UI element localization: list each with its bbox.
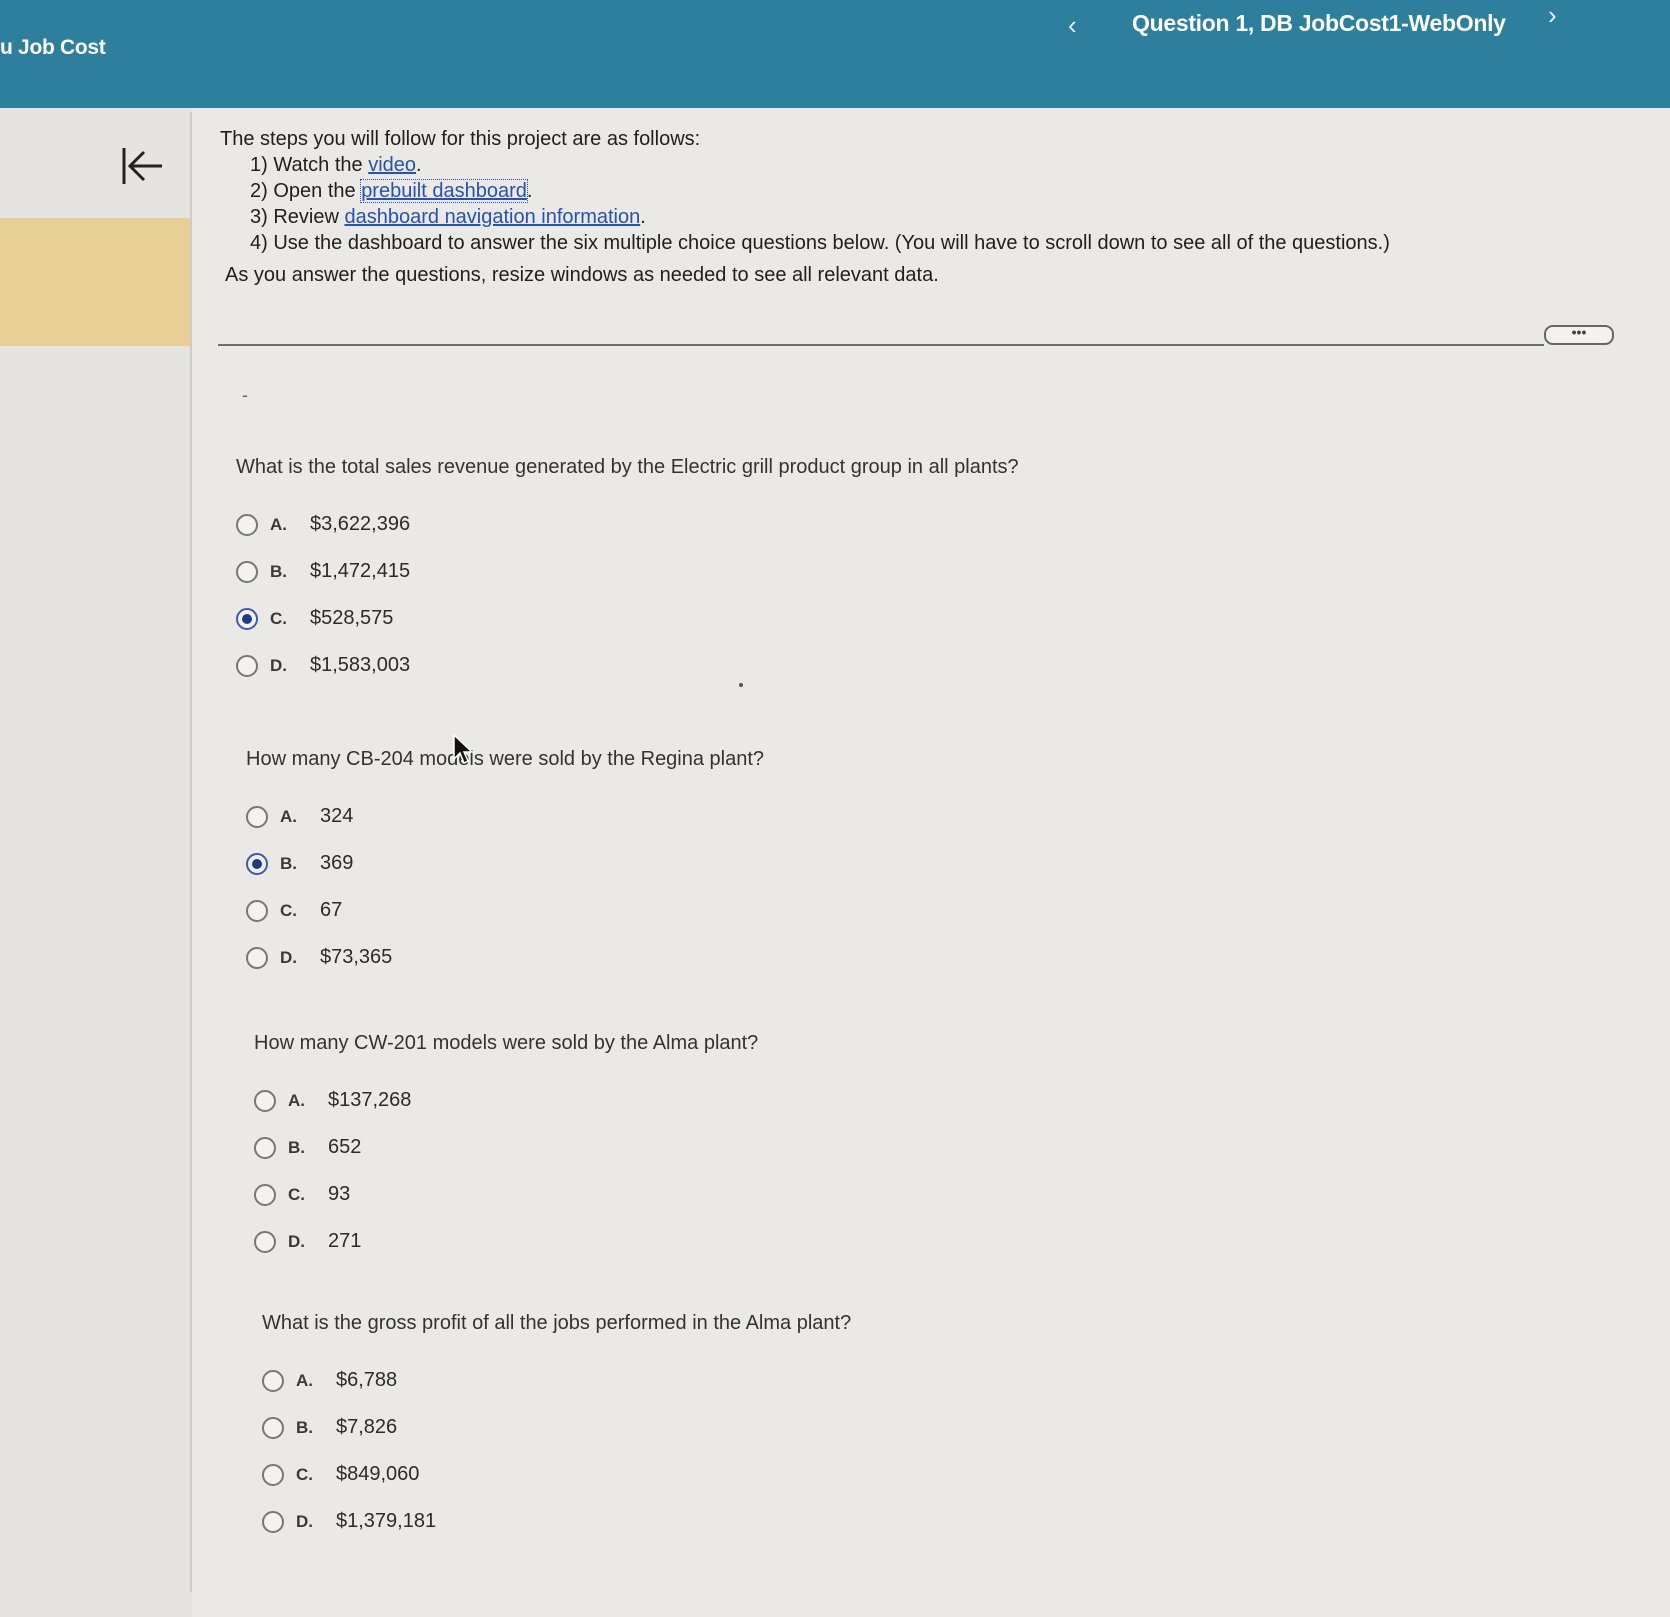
step-2: 2) Open the prebuilt dashboard. xyxy=(250,179,533,203)
option-a[interactable]: A. $137,268 xyxy=(254,1077,758,1124)
question-prompt: How many CB-204 models were sold by the … xyxy=(246,748,765,770)
option-value: $3,622,396 xyxy=(310,513,411,535)
option-value: $6,788 xyxy=(336,1369,398,1391)
question-1: What is the total sales revenue generate… xyxy=(236,456,1019,689)
next-question-button[interactable]: › xyxy=(1548,0,1557,31)
question-title: Question 1, DB JobCost1-WebOnly xyxy=(1132,10,1506,36)
option-value: 271 xyxy=(328,1230,362,1252)
option-d[interactable]: D. $1,379,181 xyxy=(262,1498,851,1545)
option-b[interactable]: B. 652 xyxy=(254,1124,758,1171)
question-3: How many CW-201 models were sold by the … xyxy=(254,1032,758,1265)
option-value: $1,583,003 xyxy=(310,654,411,676)
option-value: 652 xyxy=(328,1136,362,1158)
radio-button[interactable] xyxy=(262,1510,284,1533)
question-2: How many CB-204 models were sold by the … xyxy=(246,748,764,981)
option-value: $1,379,181 xyxy=(336,1510,437,1532)
radio-button[interactable] xyxy=(246,899,268,922)
option-d[interactable]: D. $73,365 xyxy=(246,934,764,981)
option-c[interactable]: C. 67 xyxy=(246,887,764,934)
option-b[interactable]: B. 369 xyxy=(246,840,764,887)
option-b[interactable]: B. $1,472,415 xyxy=(236,548,1019,595)
step-4: 4) Use the dashboard to answer the six m… xyxy=(250,232,1390,254)
option-value: $1,472,415 xyxy=(310,560,411,582)
navigation-info-link[interactable]: dashboard navigation information xyxy=(344,206,640,228)
question-prompt: How many CW-201 models were sold by the … xyxy=(254,1032,759,1054)
option-value: $528,575 xyxy=(310,607,394,629)
radio-button[interactable] xyxy=(236,654,258,677)
radio-button[interactable] xyxy=(254,1230,276,1253)
radio-button[interactable] xyxy=(236,560,258,583)
option-a[interactable]: A. $3,622,396 xyxy=(236,501,1019,548)
radio-button-selected[interactable] xyxy=(246,852,268,875)
radio-button[interactable] xyxy=(246,946,268,969)
app-title: u Job Cost xyxy=(0,36,106,59)
section-divider xyxy=(218,344,1544,346)
stray-dot xyxy=(739,683,743,687)
option-d[interactable]: D. $1,583,003 xyxy=(236,642,1019,689)
question-prompt: What is the total sales revenue generate… xyxy=(236,456,1019,478)
radio-button[interactable] xyxy=(262,1369,284,1392)
option-value: 369 xyxy=(320,852,354,874)
option-value: $7,826 xyxy=(336,1416,398,1438)
option-value: $137,268 xyxy=(328,1089,412,1111)
question-4: What is the gross profit of all the jobs… xyxy=(262,1312,851,1545)
top-bar: u Job Cost ‹ Question 1, DB JobCost1-Web… xyxy=(0,0,1670,108)
radio-button[interactable] xyxy=(254,1136,276,1159)
dash-mark: - xyxy=(242,385,248,405)
radio-button-selected[interactable] xyxy=(236,607,258,630)
radio-button[interactable] xyxy=(236,513,258,536)
option-a[interactable]: A. $6,788 xyxy=(262,1357,851,1404)
instructions: The steps you will follow for this proje… xyxy=(220,126,1390,288)
radio-button[interactable] xyxy=(262,1463,284,1486)
radio-button[interactable] xyxy=(254,1089,276,1112)
step-3: 3) Review dashboard navigation informati… xyxy=(250,206,646,228)
question-prompt: What is the gross profit of all the jobs… xyxy=(262,1312,852,1334)
radio-button[interactable] xyxy=(246,805,268,828)
collapse-panel-button[interactable] xyxy=(118,140,170,192)
option-a[interactable]: A. 324 xyxy=(246,793,764,840)
option-b[interactable]: B. $7,826 xyxy=(262,1404,851,1451)
video-link[interactable]: video xyxy=(368,154,416,176)
option-d[interactable]: D. 271 xyxy=(254,1218,758,1265)
radio-button[interactable] xyxy=(262,1416,284,1439)
instructions-note: As you answer the questions, resize wind… xyxy=(225,264,939,286)
option-value: $73,365 xyxy=(320,946,393,968)
step-1: 1) Watch the video. xyxy=(250,154,422,176)
option-value: 324 xyxy=(320,805,354,827)
prebuilt-dashboard-link[interactable]: prebuilt dashboard xyxy=(360,179,528,203)
option-value: 93 xyxy=(328,1183,351,1205)
option-value: $849,060 xyxy=(336,1463,420,1485)
more-options-button[interactable]: ••• xyxy=(1544,325,1614,345)
previous-question-button[interactable]: ‹ xyxy=(1068,10,1077,41)
collapse-left-icon xyxy=(122,148,162,184)
option-c[interactable]: C. $849,060 xyxy=(262,1451,851,1498)
option-value: 67 xyxy=(320,899,343,921)
instructions-intro: The steps you will follow for this proje… xyxy=(220,128,701,150)
mouse-pointer-icon xyxy=(452,733,474,770)
radio-button[interactable] xyxy=(254,1183,276,1206)
rail-highlight xyxy=(0,218,194,346)
option-c[interactable]: C. 93 xyxy=(254,1171,758,1218)
option-c[interactable]: C. $528,575 xyxy=(236,595,1019,642)
